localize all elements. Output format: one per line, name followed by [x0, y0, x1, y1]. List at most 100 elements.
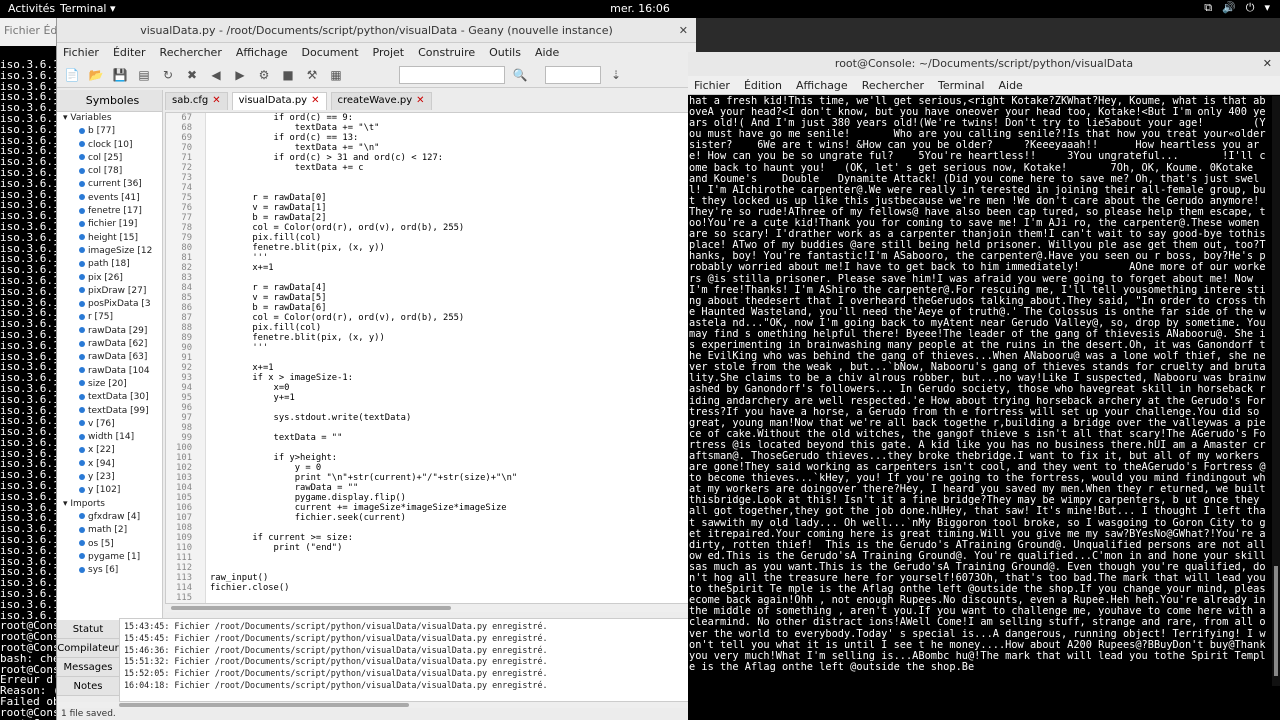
code-text: x+=1 — [210, 363, 274, 373]
symbols-sidebar[interactable]: Symboles ▾ Variables b [77] clock [10] col … — [57, 90, 163, 620]
symbol-item[interactable]: b [77] — [57, 125, 162, 138]
message-tab[interactable]: Notes — [57, 677, 119, 696]
menu-item[interactable]: Affichage — [796, 79, 848, 92]
menu-item[interactable]: Projet — [373, 46, 405, 59]
symbol-item[interactable]: rawData [104 — [57, 365, 162, 378]
code-line: 111 — [166, 553, 696, 563]
menu-item[interactable]: Affichage — [236, 46, 288, 59]
terminal-output[interactable]: hat a fresh kid!This time, we'll get ser… — [689, 96, 1271, 686]
forward-icon[interactable]: ▶ — [231, 67, 249, 83]
close-icon[interactable]: ✕ — [416, 95, 424, 106]
app-menu-button[interactable]: Terminal ▾ — [60, 2, 116, 15]
clock[interactable]: mer. 16:06 — [590, 2, 690, 15]
document-tab[interactable]: createWave.py ✕ — [330, 92, 432, 110]
message-tab[interactable]: Statut — [57, 620, 119, 639]
document-tab[interactable]: sab.cfg ✕ — [165, 92, 228, 110]
symbol-item[interactable]: ▾ Variables — [57, 112, 162, 125]
goto-line-icon[interactable]: ⇣ — [607, 67, 625, 83]
menu-item[interactable]: Aide — [535, 46, 559, 59]
left-terminal-menubar[interactable]: Fichier Éd — [0, 18, 56, 46]
build-icon[interactable]: ■ — [279, 67, 297, 83]
symbol-item[interactable]: ▾ Imports — [57, 498, 162, 511]
reload-icon[interactable]: ↻ — [159, 67, 177, 83]
geany-window[interactable]: visualData.py - /root/Documents/script/p… — [56, 18, 697, 720]
tab-symbols[interactable]: Symboles — [57, 90, 162, 112]
new-file-icon[interactable]: 📄 — [63, 67, 81, 83]
search-icon[interactable]: 🔍 — [511, 67, 529, 83]
symbol-item[interactable]: events [41] — [57, 192, 162, 205]
symbol-item[interactable]: imageSize [12 — [57, 245, 162, 258]
symbol-item[interactable]: col [25] — [57, 152, 162, 165]
symbol-item[interactable]: current [36] — [57, 178, 162, 191]
symbol-item[interactable]: fenetre [17] — [57, 205, 162, 218]
document-tab[interactable]: visualData.py ✕ — [231, 92, 327, 110]
run-icon[interactable]: ⚒ — [303, 67, 321, 83]
goto-line-input[interactable] — [545, 65, 601, 84]
symbol-item[interactable]: fichier [19] — [57, 218, 162, 231]
left-terminal-window[interactable]: Fichier Éd iso.3.6.1 iso.3.6.1 iso.3.6.1 is… — [0, 18, 56, 720]
symbol-tree[interactable]: ▾ Variables b [77] clock [10] col [25] col [… — [57, 112, 162, 577]
save-icon[interactable]: 💾 — [111, 67, 129, 83]
message-tab[interactable]: Compilateur — [57, 639, 119, 658]
symbol-item[interactable]: x [22] — [57, 444, 162, 457]
close-icon[interactable]: ✕ — [679, 18, 688, 43]
open-file-icon[interactable]: 📂 — [87, 67, 105, 83]
symbol-item[interactable]: pygame [1] — [57, 551, 162, 564]
symbol-item[interactable]: math [2] — [57, 524, 162, 537]
symbol-item[interactable]: sys [6] — [57, 564, 162, 577]
code-line: 92 x+=1 — [166, 363, 696, 373]
symbol-item[interactable]: width [14] — [57, 431, 162, 444]
line-number: 82 — [166, 263, 196, 273]
symbol-item[interactable]: pix [26] — [57, 272, 162, 285]
menu-item[interactable]: Rechercher — [160, 46, 222, 59]
symbol-label: textData [30] — [88, 392, 149, 403]
symbol-item[interactable]: textData [30] — [57, 391, 162, 404]
symbol-item[interactable]: os [5] — [57, 538, 162, 551]
symbol-label: rawData [104 — [88, 365, 150, 376]
code-editor[interactable]: 67 if ord(c) == 9: 68 textData += "\t" 69 … — [165, 112, 697, 604]
menu-item[interactable]: Fichier — [694, 79, 730, 92]
editor-scrollbar[interactable] — [165, 604, 697, 612]
symbol-item[interactable]: y [102] — [57, 484, 162, 497]
menu-item[interactable]: Fichier — [63, 46, 99, 59]
symbol-item[interactable]: y [23] — [57, 471, 162, 484]
symbol-item[interactable]: rawData [63] — [57, 351, 162, 364]
menu-item[interactable]: Terminal — [938, 79, 985, 92]
color-chooser-icon[interactable]: ▦ — [327, 67, 345, 83]
close-icon[interactable]: ✕ — [212, 95, 220, 106]
menu-item[interactable]: Éditer — [113, 46, 146, 59]
menu-item[interactable]: Construire — [418, 46, 475, 59]
symbol-item[interactable]: posPixData [3 — [57, 298, 162, 311]
symbol-item[interactable]: clock [10] — [57, 139, 162, 152]
right-terminal-window[interactable]: root@Console: ~/Documents/script/python/… — [688, 52, 1280, 720]
symbol-item[interactable]: rawData [62] — [57, 338, 162, 351]
message-tab[interactable]: Messages — [57, 658, 119, 677]
symbol-item[interactable]: pixDraw [27] — [57, 285, 162, 298]
symbol-item[interactable]: rawData [29] — [57, 325, 162, 338]
save-all-icon[interactable]: ▤ — [135, 67, 153, 83]
menu-item[interactable]: Édition — [744, 79, 782, 92]
symbol-item[interactable]: col [78] — [57, 165, 162, 178]
system-tray[interactable]: ⧉ 🔊 ⏻ ▾ — [1204, 1, 1270, 15]
symbol-item[interactable]: size [20] — [57, 378, 162, 391]
symbol-icon — [79, 167, 85, 174]
menu-item[interactable]: Aide — [998, 79, 1022, 92]
symbol-item[interactable]: gfxdraw [4] — [57, 511, 162, 524]
terminal-scrollbar[interactable] — [1272, 96, 1280, 686]
close-file-icon[interactable]: ✖ — [183, 67, 201, 83]
symbol-item[interactable]: r [75] — [57, 311, 162, 324]
symbol-item[interactable]: height [15] — [57, 232, 162, 245]
close-icon[interactable]: ✕ — [1263, 52, 1272, 76]
close-icon[interactable]: ✕ — [311, 95, 319, 106]
symbol-item[interactable]: path [18] — [57, 258, 162, 271]
compile-icon[interactable]: ⚙ — [255, 67, 273, 83]
search-input[interactable] — [399, 65, 505, 84]
menu-item[interactable]: Rechercher — [862, 79, 924, 92]
symbol-item[interactable]: textData [99] — [57, 405, 162, 418]
symbol-item[interactable]: x [94] — [57, 458, 162, 471]
menu-item[interactable]: Outils — [489, 46, 521, 59]
activities-button[interactable]: Activités — [8, 2, 55, 15]
menu-item[interactable]: Document — [302, 46, 359, 59]
symbol-item[interactable]: v [76] — [57, 418, 162, 431]
back-icon[interactable]: ◀ — [207, 67, 225, 83]
